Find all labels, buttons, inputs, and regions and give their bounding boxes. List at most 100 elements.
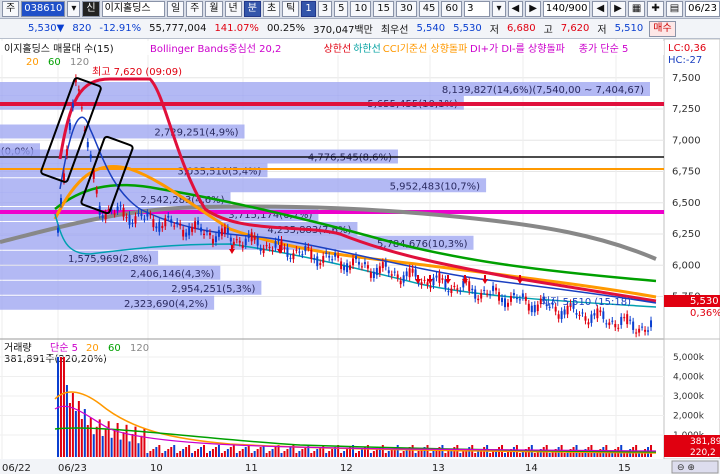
period-2[interactable]: 월 bbox=[205, 1, 223, 17]
candle-body bbox=[426, 282, 429, 285]
minute-5[interactable]: 5 bbox=[334, 1, 349, 17]
volume-bar bbox=[518, 453, 521, 457]
new-badge[interactable]: 신 bbox=[82, 1, 100, 17]
grid-icon[interactable]: ▦ bbox=[627, 1, 646, 17]
indicator-legend-item: Bollinger Bands중심선 20,2 bbox=[150, 43, 281, 55]
minute-30[interactable]: 30 bbox=[395, 1, 417, 17]
volume-bar bbox=[322, 445, 325, 457]
profile-bar-label: 2,323,690(4,2%) bbox=[124, 299, 208, 310]
market-selector[interactable]: 주 bbox=[2, 1, 20, 17]
period-0[interactable]: 일 bbox=[166, 1, 185, 17]
profile-bar-label: 2,729,251(4,9%) bbox=[154, 128, 238, 139]
minute-1[interactable]: 1 bbox=[301, 1, 316, 17]
volume-bar bbox=[593, 453, 596, 457]
stock-name-field[interactable]: 이지홀딩스 bbox=[101, 1, 165, 17]
volume-bar bbox=[372, 451, 375, 457]
candle-body bbox=[501, 297, 504, 303]
scroll-left-icon[interactable]: ◀ bbox=[592, 1, 609, 17]
minute-3[interactable]: 3 bbox=[317, 1, 333, 17]
period-5[interactable]: 초 bbox=[262, 1, 281, 17]
code-dropdown-icon[interactable]: ▾ bbox=[67, 1, 81, 17]
candle-body bbox=[420, 282, 423, 286]
candle-body bbox=[459, 290, 462, 292]
price-change: 820 bbox=[72, 23, 92, 34]
candle-body bbox=[140, 213, 143, 217]
candle-body bbox=[396, 274, 399, 278]
period-1[interactable]: 주 bbox=[186, 1, 204, 17]
period-4[interactable]: 분 bbox=[243, 1, 261, 17]
period-buttons: 일주월년분초틱 bbox=[165, 1, 300, 17]
volume-bar bbox=[229, 447, 232, 457]
scroll-right-icon[interactable]: ▶ bbox=[610, 1, 626, 17]
period-3[interactable]: 년 bbox=[224, 1, 242, 17]
minute-45[interactable]: 45 bbox=[418, 1, 440, 17]
volume-bar bbox=[164, 451, 167, 457]
custom-minute-input[interactable]: 3 bbox=[464, 1, 491, 17]
volume-bar bbox=[623, 453, 626, 457]
volume-bar bbox=[283, 451, 286, 457]
volume-bar bbox=[331, 449, 334, 457]
volume-bar bbox=[265, 453, 268, 457]
current-price-tag-text: 5,530 bbox=[690, 296, 719, 307]
candle-body bbox=[340, 261, 343, 270]
volume-bar bbox=[113, 430, 116, 457]
candle-body bbox=[355, 256, 357, 260]
candle-body bbox=[378, 266, 381, 274]
volume-bar bbox=[80, 419, 83, 457]
volume-bar bbox=[262, 445, 265, 457]
volume-bar bbox=[375, 449, 378, 457]
candle-body bbox=[289, 257, 292, 259]
ma-legend: 20 60 120 bbox=[26, 57, 89, 68]
candle-body bbox=[149, 214, 152, 216]
candle-body bbox=[185, 232, 188, 237]
candle-body bbox=[179, 223, 182, 226]
date-input[interactable]: 06/23 bbox=[685, 1, 720, 17]
volume-value-text: 381,891주(220,20%) bbox=[4, 354, 107, 365]
volume-bar bbox=[107, 421, 110, 457]
buy-button[interactable]: 매수 bbox=[649, 20, 676, 37]
next-arrow-icon[interactable]: ▶ bbox=[525, 1, 541, 17]
candle-body bbox=[247, 233, 250, 239]
volume-bar bbox=[167, 449, 170, 457]
zoom-control-icon[interactable]: ⊖ ⊕ bbox=[677, 463, 695, 473]
candle-body bbox=[644, 329, 647, 332]
prev-arrow-icon[interactable]: ◀ bbox=[507, 1, 524, 17]
stock-chart[interactable]: 8,139,827(14,6%)(7,540,00 ~ 7,404,67)5,6… bbox=[0, 39, 720, 474]
candle-body bbox=[453, 285, 456, 287]
candle-body bbox=[349, 265, 352, 270]
candle-body bbox=[581, 312, 584, 314]
candle-body bbox=[393, 271, 396, 273]
volume-axis-labels: 5,000k4,000k3,000k2,000k1,000k bbox=[0, 353, 705, 441]
calendar-icon[interactable]: ▤ bbox=[665, 1, 684, 17]
candle-body bbox=[235, 239, 238, 241]
pin-icon[interactable]: ✚ bbox=[647, 1, 664, 17]
bar-count-input[interactable]: 140/900 bbox=[542, 1, 591, 17]
volume-bar bbox=[101, 436, 104, 457]
pct-tag: 0,36% bbox=[690, 308, 720, 319]
minute-60[interactable]: 60 bbox=[441, 1, 463, 17]
high-label: 고 bbox=[543, 25, 553, 36]
volume-bar bbox=[92, 434, 95, 457]
candle-body bbox=[360, 266, 363, 268]
candle-body bbox=[223, 227, 226, 234]
candle-body bbox=[483, 289, 486, 291]
candle-body bbox=[605, 323, 608, 325]
volume-ma-legend: 단순 5 20 60 120 bbox=[50, 342, 149, 354]
minute-10[interactable]: 10 bbox=[350, 1, 372, 17]
volume-bar bbox=[304, 447, 307, 457]
stock-code-input[interactable]: 038610 bbox=[21, 1, 66, 17]
candle-body bbox=[152, 219, 155, 228]
candle-body bbox=[182, 229, 185, 237]
volume-bar bbox=[316, 449, 319, 457]
period-6[interactable]: 틱 bbox=[282, 1, 300, 17]
candle-body bbox=[352, 258, 355, 266]
volume-bar bbox=[211, 449, 214, 457]
volume-bar bbox=[191, 453, 194, 457]
candle-body bbox=[387, 270, 390, 274]
candle-body bbox=[563, 309, 566, 315]
minute-dropdown-icon[interactable]: ▾ bbox=[492, 1, 506, 17]
candle-body bbox=[363, 262, 366, 265]
candle-body bbox=[423, 279, 426, 281]
candle-body bbox=[283, 247, 286, 249]
minute-15[interactable]: 15 bbox=[373, 1, 394, 17]
